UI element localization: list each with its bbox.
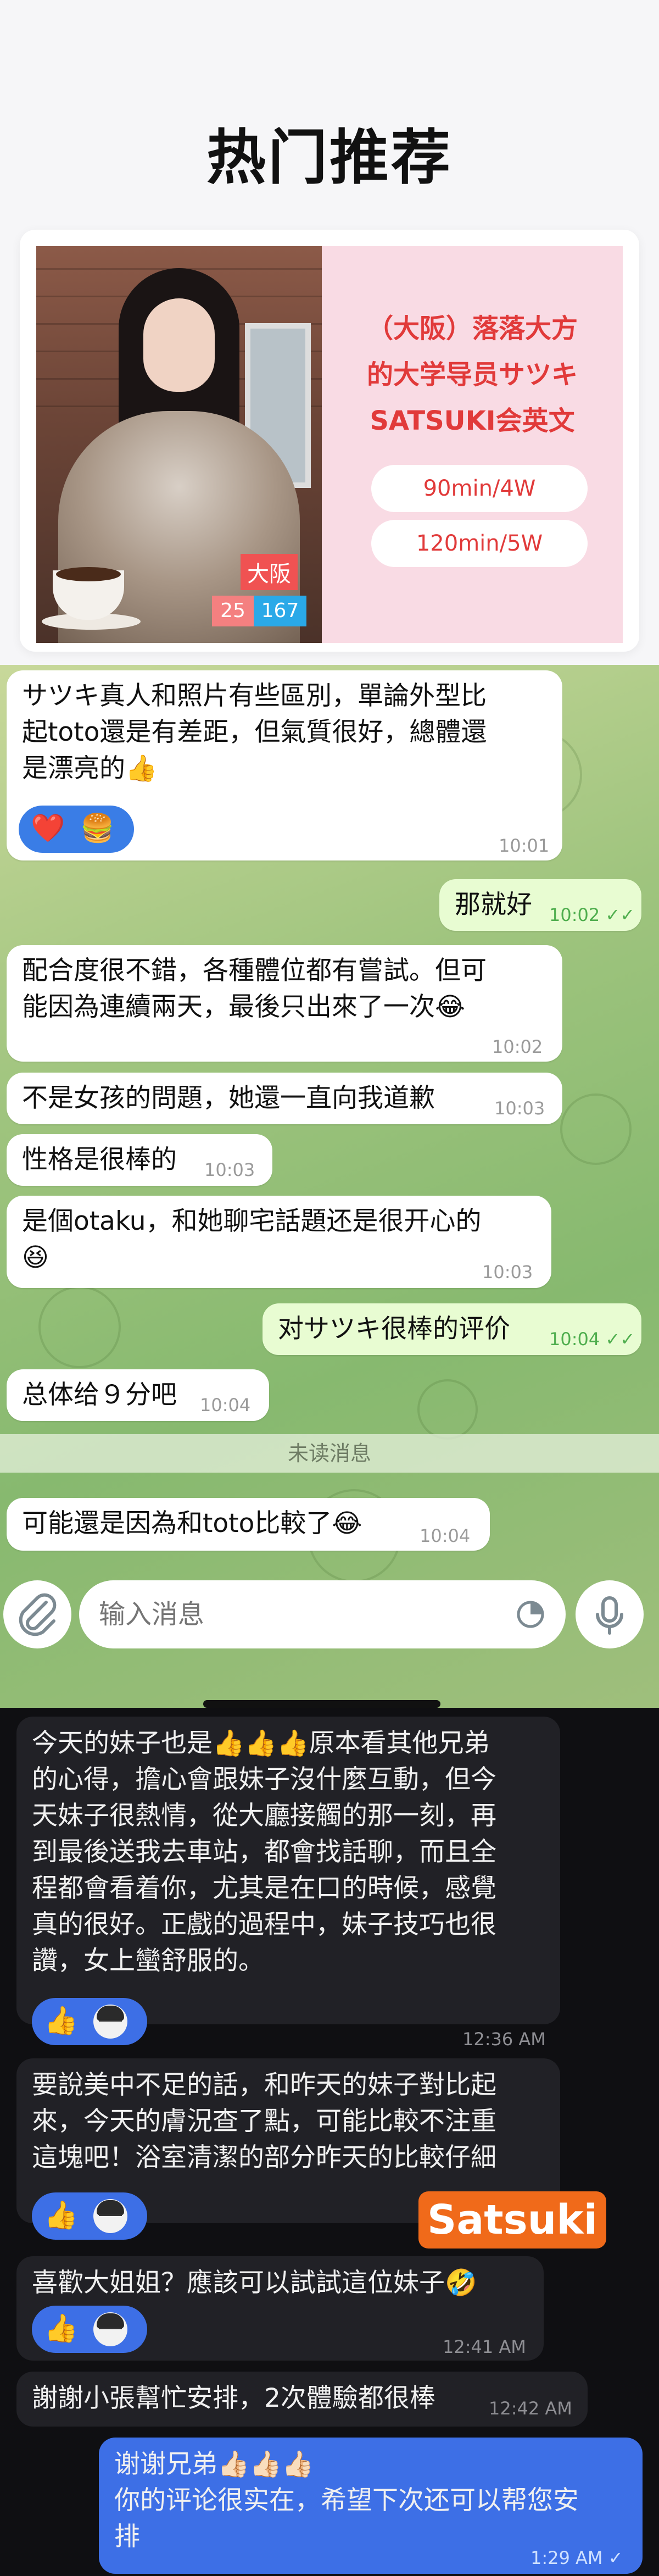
message-text-line: 可能還是因為和toto比較了😂	[22, 1508, 362, 1539]
profile-headline: （大阪）落落大方 的大学导员サツキ SATSUKI会英文	[339, 306, 605, 444]
age-badge: 25	[212, 596, 254, 626]
attach-button[interactable]	[3, 1580, 71, 1648]
avatar	[93, 2005, 127, 2039]
profile-headline-line: （大阪）落落大方	[366, 313, 578, 344]
chat-message-incoming[interactable]: 是個otaku，和她聊宅話題还是很开心的 😆	[7, 1196, 551, 1288]
sticker-icon[interactable]	[515, 1599, 546, 1630]
chat-message-incoming[interactable]: 可能還是因為和toto比較了😂	[7, 1498, 490, 1551]
message-text-line: 來，今天的膚況查了點，可能比較不注重	[32, 2106, 496, 2136]
message-text-line: 是漂亮的👍	[22, 753, 158, 784]
avatar	[93, 2199, 127, 2233]
message-text-line: 這塊吧！浴室清潔的部分昨天的比較仔細	[32, 2142, 496, 2173]
message-text-line: 😆	[22, 1242, 49, 1273]
message-input[interactable]	[99, 1580, 483, 1648]
microphone-icon	[596, 1596, 623, 1635]
page-title: 热门推荐	[206, 124, 453, 192]
message-text-line: 起toto還是有差距，但氣質很好，總體還	[22, 717, 487, 747]
message-time: 10:03	[482, 1262, 533, 1283]
home-indicator	[203, 1700, 440, 1708]
reaction-pill[interactable]: 👍	[32, 1998, 147, 2045]
message-text-line: 喜歡大姐姐？應該可以試試這位妹子🤣	[32, 2268, 477, 2298]
message-text-line: 程都會看着你，尤其是在口的時候，感覺	[32, 1873, 496, 1903]
message-time: 10:01	[499, 835, 550, 856]
message-text-line: 天妹子很熱情，從大廳接觸的那一刻，再	[32, 1801, 496, 1831]
message-text-line: 的心得，擔心會跟妹子沒什麼互動，但今	[32, 1764, 496, 1795]
message-text-line: 到最後送我去車站，都會找話聊，而且全	[32, 1837, 496, 1867]
message-text-line: 你的评论很实在，希望下次还可以帮您安	[114, 2485, 579, 2516]
name-overlay-tag: Satsuki	[418, 2191, 606, 2249]
message-text-line: 不是女孩的問題，她還一直向我道歉	[22, 1083, 435, 1113]
message-time: 10:02 ✓✓	[549, 904, 635, 925]
message-time: 1:29 AM ✓	[530, 2547, 623, 2568]
height-badge: 167	[254, 596, 306, 626]
reaction-pill[interactable]: 👍	[32, 2306, 147, 2353]
reaction-pill[interactable]: ❤️ 🍔	[19, 806, 134, 853]
message-time: 12:41 AM	[443, 2336, 526, 2357]
thumbs-up-reaction-icon: 👍	[44, 2199, 79, 2231]
heart-reaction-icon: ❤️	[31, 812, 65, 844]
message-text-line: 讚，女上蠻舒服的。	[32, 1946, 264, 1976]
message-time: 10:03	[494, 1098, 545, 1119]
message-time: 10:02	[492, 1036, 543, 1057]
price-option-120min[interactable]: 120min/5W	[371, 520, 588, 567]
city-badge: 大阪	[241, 554, 298, 590]
voice-button[interactable]	[576, 1580, 644, 1648]
thumbs-up-reaction-icon: 👍	[44, 2005, 79, 2036]
reaction-pill[interactable]: 👍	[32, 2192, 147, 2240]
message-text-line: 能因為連續兩天，最後只出來了一次😂	[22, 992, 465, 1022]
avatar	[93, 2312, 127, 2346]
chat-message-incoming[interactable]: 配合度很不錯，各種體位都有嘗試。但可 能因為連續兩天，最後只出來了一次😂	[7, 945, 562, 1062]
message-text-line: 是個otaku，和她聊宅話題还是很开心的	[22, 1206, 482, 1236]
burger-reaction-icon: 🍔	[80, 812, 115, 844]
message-text-line: 谢谢兄弟👍🏻👍🏻👍🏻	[114, 2449, 314, 2479]
message-text-line: 要說美中不足的話，和昨天的妹子對比起	[32, 2070, 496, 2100]
message-time: 10:04	[420, 1525, 471, 1546]
message-time: 12:36 AM	[462, 2029, 546, 2050]
message-time: 12:42 AM	[489, 2398, 572, 2419]
message-text-line: 配合度很不錯，各種體位都有嘗試。但可	[22, 956, 487, 986]
message-composer[interactable]	[79, 1580, 566, 1648]
chat-message-incoming[interactable]: 不是女孩的問題，她還一直向我道歉	[7, 1073, 562, 1124]
message-text-line: 今天的妹子也是👍👍👍原本看其他兄弟	[32, 1728, 490, 1758]
message-time: 10:04 ✓✓	[549, 1329, 635, 1350]
message-time: 10:04	[200, 1395, 251, 1415]
unread-divider: 未读消息	[0, 1434, 659, 1473]
recommendation-section: 热门推荐 大阪 25 167 （大阪）落落大方 的大学导员サツキ SATSUKI…	[0, 0, 659, 665]
price-option-90min[interactable]: 90min/4W	[371, 465, 588, 512]
profile-headline-line: 的大学导员サツキ	[366, 359, 578, 390]
thumbs-up-reaction-icon: 👍	[44, 2312, 79, 2344]
message-time: 10:03	[204, 1159, 255, 1180]
profile-headline-line: SATSUKI会英文	[370, 406, 575, 436]
message-text-line: 真的很好。正戲的過程中，妹子技巧也很	[32, 1909, 496, 1940]
chat-message-incoming[interactable]: 今天的妹子也是👍👍👍原本看其他兄弟 的心得，擔心會跟妹子沒什麼互動，但今 天妹子…	[16, 1717, 560, 2024]
message-text-line: サツキ真人和照片有些區別，單論外型比	[22, 681, 487, 711]
paperclip-icon	[19, 1593, 57, 1636]
